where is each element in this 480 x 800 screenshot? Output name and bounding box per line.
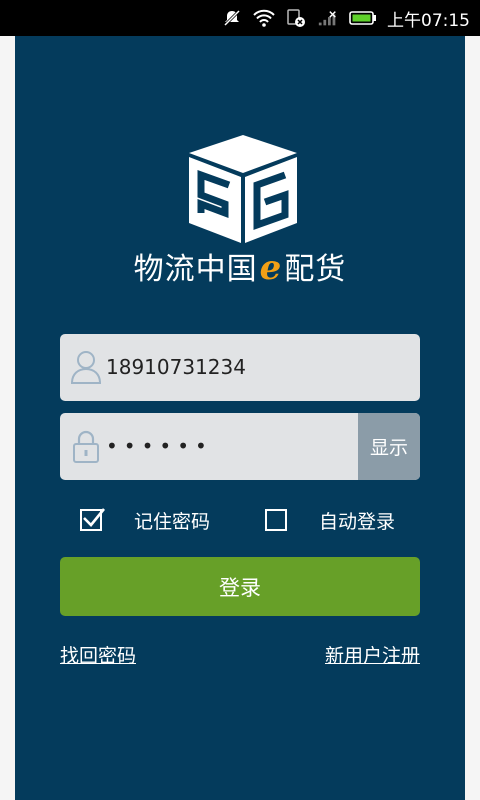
login-screen: 物流中国e配货 18910731234 •••••• 显示 记住密码 自动登录 … [15, 36, 465, 800]
forgot-password-link[interactable]: 找回密码 [60, 641, 136, 668]
remember-password-label: 记住密码 [134, 510, 211, 533]
password-value[interactable]: •••••• [106, 413, 213, 480]
show-password-button[interactable]: 显示 [358, 413, 420, 480]
username-field[interactable]: 18910731234 [60, 334, 420, 401]
brand-logo [185, 133, 301, 245]
remember-password-option[interactable]: 记住密码 [80, 506, 210, 534]
status-time: 上午07:15 [387, 10, 470, 31]
app-name-suffix: 配货 [284, 252, 347, 287]
signal-icon [317, 7, 339, 29]
register-link[interactable]: 新用户注册 [325, 641, 420, 668]
user-icon [70, 349, 102, 385]
status-bar: 上午07:15 [0, 0, 480, 36]
app-name-e: e [259, 248, 283, 288]
wifi-icon [253, 7, 275, 29]
notification-icon [285, 7, 307, 29]
status-icons: 上午07:15 [221, 0, 470, 36]
remember-password-checkbox[interactable] [80, 508, 106, 531]
auto-login-option[interactable]: 自动登录 [265, 506, 395, 534]
mute-icon [221, 7, 243, 29]
auto-login-checkbox[interactable] [265, 509, 287, 531]
auto-login-label: 自动登录 [319, 510, 396, 533]
app-name: 物流中国e配货 [15, 244, 465, 288]
password-field[interactable]: •••••• 显示 [60, 413, 420, 480]
lock-icon [70, 428, 102, 464]
username-value[interactable]: 18910731234 [106, 334, 246, 401]
app-name-prefix: 物流中国 [133, 252, 258, 287]
login-button[interactable]: 登录 [60, 557, 420, 616]
battery-icon [349, 7, 377, 29]
